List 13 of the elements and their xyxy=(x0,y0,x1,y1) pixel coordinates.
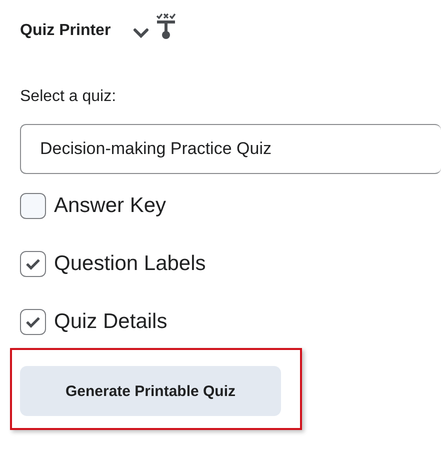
quiz-select-field[interactable]: Decision-making Practice Quiz xyxy=(20,124,441,174)
generate-button[interactable]: Generate Printable Quiz xyxy=(20,366,281,416)
checkbox[interactable] xyxy=(20,251,46,277)
checkbox-label: Question Labels xyxy=(54,252,206,276)
checkbox-label: Answer Key xyxy=(54,194,166,218)
field-label: Select a quiz: xyxy=(20,88,118,106)
page-title: Quiz Printer xyxy=(20,22,111,40)
chevron-down-icon[interactable] xyxy=(132,28,149,38)
checkbox[interactable] xyxy=(20,193,46,219)
checkbox[interactable] xyxy=(20,309,46,335)
checkmark-icon xyxy=(25,257,41,271)
checkmark-icon xyxy=(25,315,41,329)
checkbox-label: Quiz Details xyxy=(54,310,168,334)
